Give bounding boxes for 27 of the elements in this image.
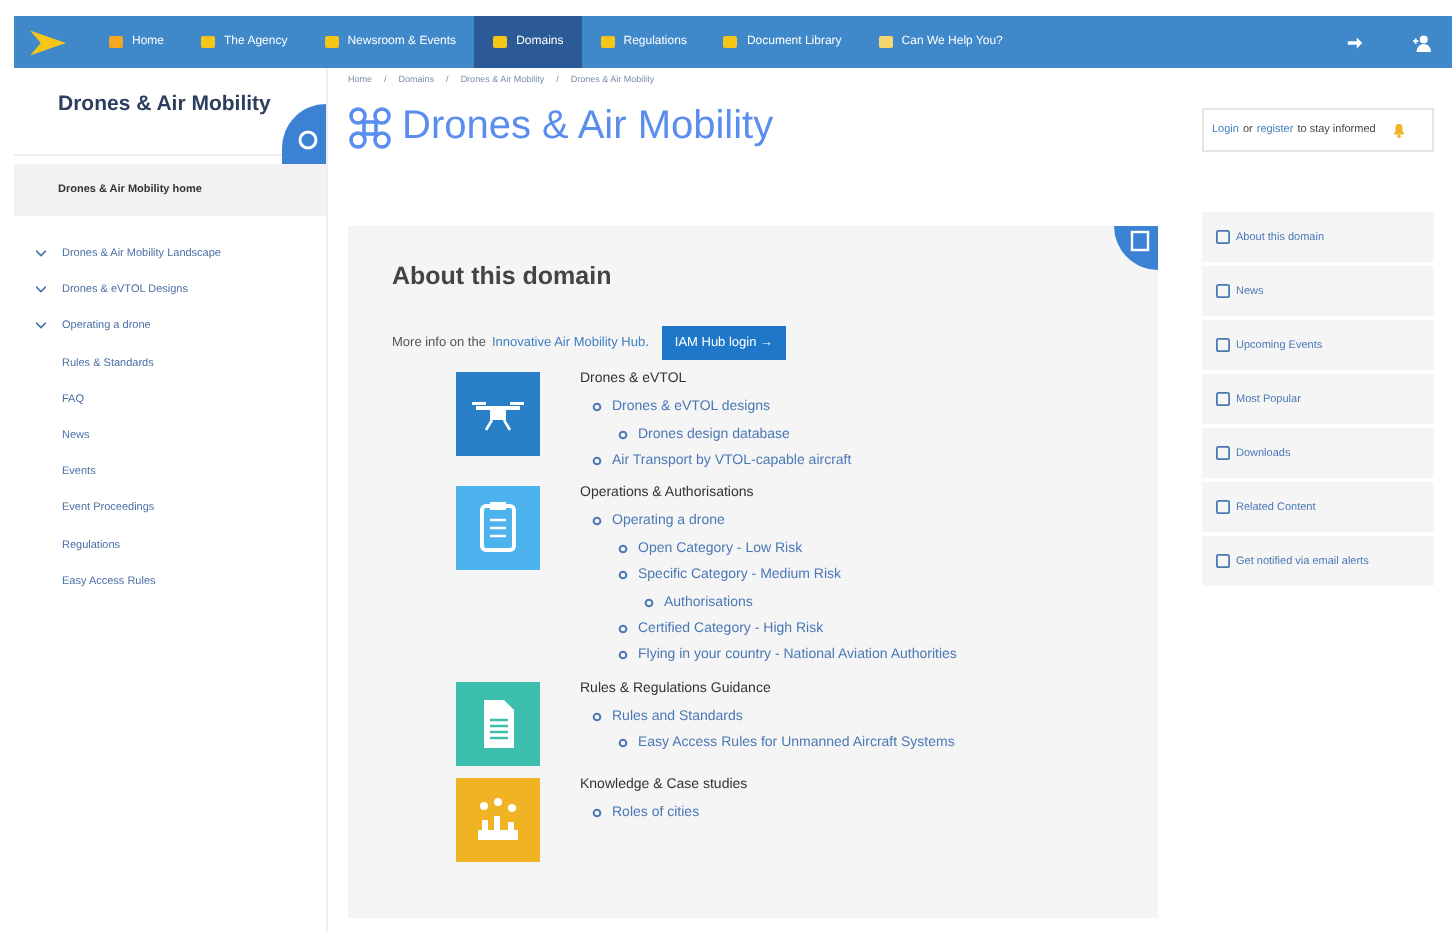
bullet-icon (592, 711, 602, 722)
login-icon[interactable] (1346, 33, 1364, 51)
bullet-icon (618, 623, 628, 634)
drone-icon (348, 105, 392, 149)
bullet-icon (644, 597, 654, 608)
logo-icon[interactable] (30, 29, 66, 55)
bullet-icon (618, 738, 628, 749)
bell-icon (1391, 122, 1406, 138)
bullet-icon (592, 402, 602, 413)
page-title: Drones & Air Mobility (402, 104, 774, 150)
bullet-icon (592, 516, 602, 527)
nav-item-icon (200, 34, 217, 50)
bullet-icon (592, 455, 602, 466)
nav-item-icon (108, 34, 124, 50)
add-user-icon[interactable] (1412, 33, 1432, 51)
nav-item-icon (722, 34, 739, 50)
bullet-icon (618, 429, 628, 440)
nav-item-icon (877, 34, 894, 50)
bullet-icon (592, 807, 602, 818)
nav-item-icon (599, 34, 616, 50)
bullet-icon (618, 543, 628, 554)
bullet-icon (618, 570, 628, 581)
sidebar-title: Drones & Air Mobility (58, 92, 271, 116)
bullet-icon (618, 650, 628, 661)
nav-item-icon (323, 34, 340, 50)
section-heading: About this domain (392, 262, 614, 290)
nav-item-icon (492, 34, 509, 50)
